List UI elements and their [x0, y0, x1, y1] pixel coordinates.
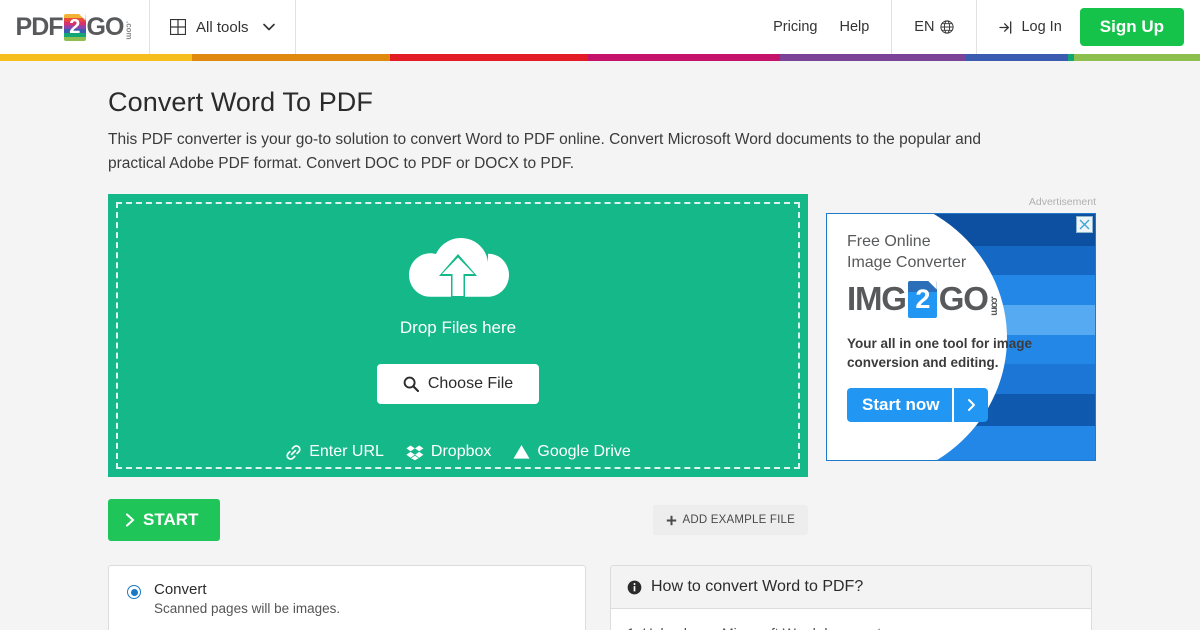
- source-dropbox-label: Dropbox: [430, 443, 492, 460]
- convert-option-subtitle: Scanned pages will be images.: [154, 601, 341, 616]
- language-selector[interactable]: EN: [891, 0, 978, 54]
- convert-option-card[interactable]: Convert Scanned pages will be images.: [108, 565, 586, 630]
- howto-step: 1. Upload your Microsoft Word document.: [627, 625, 1075, 630]
- ad-headline-line2: Image Converter: [847, 254, 967, 271]
- howto-header: How to convert Word to PDF?: [611, 566, 1091, 609]
- google-drive-icon: [513, 445, 530, 459]
- ad-logo-suffix: .com: [988, 296, 1000, 315]
- nav-help[interactable]: Help: [839, 19, 869, 35]
- convert-option-title: Convert: [154, 581, 207, 598]
- ad-subtext-line1: Your all in one tool for image: [847, 336, 1033, 351]
- cloud-upload-icon: [409, 238, 509, 299]
- page-title: Convert Word To PDF: [108, 87, 373, 117]
- plus-icon: [666, 515, 676, 525]
- magnifier-icon: [403, 376, 419, 392]
- logo-text-pre: PDF: [15, 12, 64, 41]
- ad-logo-pre: IMG: [847, 280, 907, 317]
- upload-and-ad-row: Drop Files here Choose File Enter URL Dr…: [108, 194, 1096, 541]
- login-arrow-icon: [999, 20, 1012, 34]
- upload-sources: Enter URL Dropbox Google Drive: [285, 443, 631, 461]
- close-icon: [1079, 219, 1090, 230]
- ad-close-button[interactable]: [1076, 216, 1093, 233]
- advertisement-banner[interactable]: Free Online Image Converter IMG 2 GO .co…: [826, 213, 1096, 461]
- grid-icon: [170, 19, 186, 35]
- start-button[interactable]: START: [108, 499, 221, 541]
- chevron-right-icon: [125, 513, 135, 527]
- logo-text-post: GO: [86, 12, 125, 41]
- source-google-drive-label: Google Drive: [537, 443, 631, 460]
- drop-files-label: Drop Files here: [399, 318, 517, 337]
- choose-file-button[interactable]: Choose File: [376, 364, 540, 404]
- ad-cta-label: Start now: [862, 395, 940, 414]
- login-label: Log In: [1021, 19, 1062, 35]
- choose-file-label: Choose File: [427, 375, 514, 392]
- source-dropbox[interactable]: Dropbox: [406, 443, 491, 461]
- ad-content: Free Online Image Converter IMG 2 GO .co…: [827, 214, 1095, 460]
- action-row: START ADD EXAMPLE FILE: [108, 499, 808, 541]
- ad-logo-post: GO: [938, 280, 989, 317]
- login-button[interactable]: Log In: [977, 19, 1079, 35]
- dropzone[interactable]: Drop Files here Choose File Enter URL Dr…: [108, 194, 808, 477]
- language-label: EN: [914, 19, 935, 35]
- add-example-file-label: ADD EXAMPLE FILE: [682, 514, 795, 526]
- link-icon: [286, 444, 301, 460]
- signup-button[interactable]: Sign Up: [1079, 8, 1184, 46]
- pdf2go-logo-icon: 2: [63, 13, 86, 41]
- advertisement-label: Advertisement: [1028, 196, 1096, 208]
- ad-subtext-line2: conversion and editing.: [847, 355, 999, 370]
- chevron-down-icon: [262, 23, 275, 31]
- dropbox-icon: [406, 445, 424, 460]
- nav-pricing[interactable]: Pricing: [773, 19, 817, 35]
- howto-body: 1. Upload your Microsoft Word document.: [611, 609, 1091, 630]
- arrow-right-icon: [952, 388, 988, 422]
- howto-title: How to convert Word to PDF?: [651, 578, 864, 595]
- source-google-drive[interactable]: Google Drive: [513, 443, 631, 461]
- logo-mark-text: 2: [69, 16, 80, 38]
- source-enter-url-label: Enter URL: [309, 443, 384, 460]
- start-label: START: [143, 510, 199, 529]
- rainbow-divider: [0, 54, 1200, 61]
- source-enter-url[interactable]: Enter URL: [285, 443, 384, 461]
- ad-logo-mark: 2: [915, 283, 930, 314]
- globe-icon: [940, 20, 955, 34]
- ad-start-now-button[interactable]: Start now: [847, 388, 989, 422]
- ad-headline-line1: Free Online: [847, 233, 931, 250]
- info-icon: [627, 580, 642, 594]
- header-nav: Pricing Help: [773, 19, 891, 35]
- site-header: PDF 2 GO .com All tools Pricing Help EN: [0, 0, 1200, 54]
- settings-and-howto-row: Convert Scanned pages will be images. Ho…: [108, 565, 1092, 630]
- all-tools-menu[interactable]: All tools: [150, 0, 296, 54]
- logo[interactable]: PDF 2 GO .com: [0, 0, 150, 54]
- advertisement-column: Advertisement Free Online Image Converte…: [826, 194, 1096, 541]
- page-description: This PDF converter is your go-to solutio…: [108, 131, 981, 172]
- img2go-logo-icon: IMG 2 GO .com: [847, 280, 1095, 318]
- upload-column: Drop Files here Choose File Enter URL Dr…: [108, 194, 808, 541]
- logo-text-suffix: .com: [124, 20, 134, 40]
- add-example-file-button[interactable]: ADD EXAMPLE FILE: [652, 505, 808, 535]
- howto-panel: How to convert Word to PDF? 1. Upload yo…: [610, 565, 1092, 630]
- all-tools-label: All tools: [196, 18, 249, 36]
- page-content: Convert Word To PDF This PDF converter i…: [0, 87, 1200, 630]
- convert-radio[interactable]: [127, 585, 141, 599]
